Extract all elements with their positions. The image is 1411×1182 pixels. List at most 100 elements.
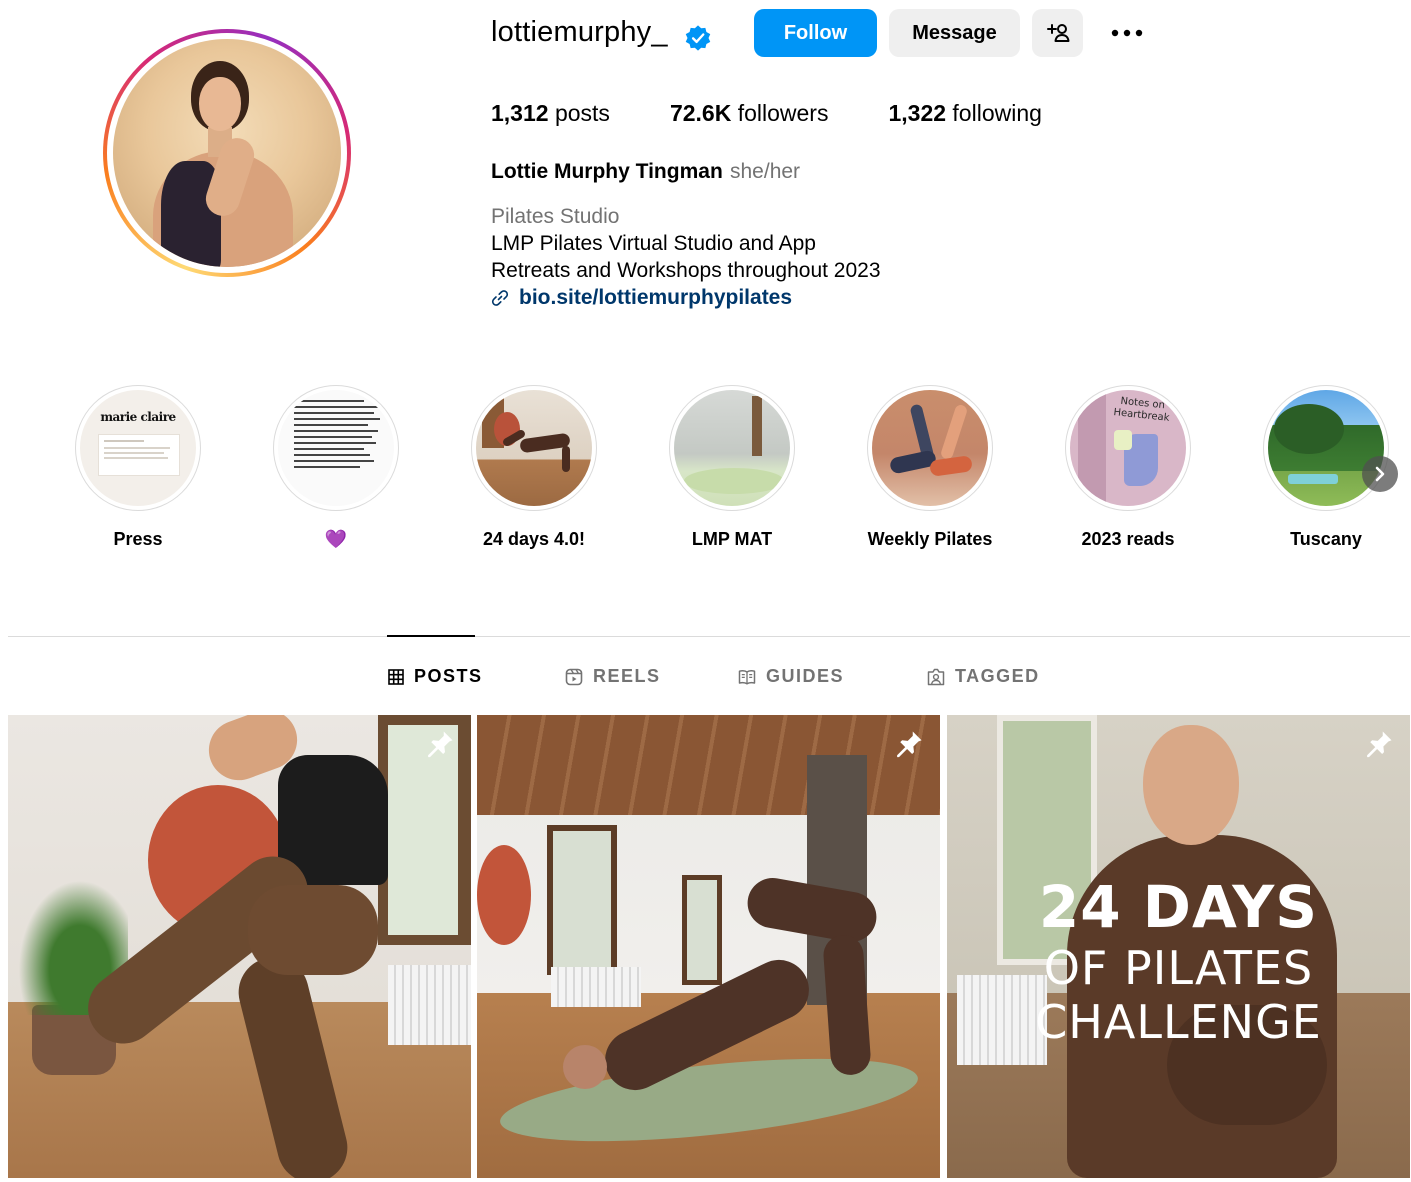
highlight-cover <box>674 390 790 506</box>
highlight-cover: Notes on Heartbreak <box>1070 390 1186 506</box>
profile-stats: 1,312 posts 72.6K followers 1,322 follow… <box>491 100 1102 127</box>
reels-icon <box>565 668 583 685</box>
highlight-label: 2023 reads <box>1081 529 1175 549</box>
link-icon <box>491 290 509 306</box>
press-article-card <box>98 434 180 476</box>
mat-shape <box>684 468 784 494</box>
figure-right-legs <box>939 403 969 461</box>
highlight-24-days[interactable]: 24 days 4.0! <box>471 385 597 550</box>
bio-line-2: Retreats and Workshops throughout 2023 <box>491 259 881 282</box>
highlight-ring <box>867 385 993 511</box>
more-options-button[interactable] <box>1102 9 1152 57</box>
door-frame <box>752 396 762 456</box>
tab-tagged[interactable]: TAGGED <box>927 666 1040 687</box>
highlight-ring <box>471 385 597 511</box>
post-thumbnail[interactable] <box>8 715 471 1178</box>
post-pumpkin-art <box>477 845 531 945</box>
avatar-inner <box>107 33 347 273</box>
highlight-label: 24 days 4.0! <box>482 529 586 549</box>
highlight-ring: marie claire <box>75 385 201 511</box>
highlights-next-button[interactable] <box>1362 456 1398 492</box>
pool <box>1288 474 1338 484</box>
highlight-label: LMP MAT <box>691 529 773 549</box>
posts-count-value: 1,312 <box>491 100 549 126</box>
tab-label: REELS <box>593 666 661 686</box>
bio-link-text: bio.site/lottiemurphypilates <box>519 286 793 309</box>
highlight-cover <box>476 390 592 506</box>
active-tab-indicator <box>387 635 475 637</box>
tab-posts[interactable]: POSTS <box>388 666 483 687</box>
profile-full-name: Lottie Murphy Tingman <box>491 160 723 183</box>
post-figure-hips <box>248 885 378 975</box>
post-ceiling-beams <box>477 715 940 815</box>
tab-label: TAGGED <box>955 666 1040 686</box>
followers-count-value: 72.6K <box>669 100 732 126</box>
press-article-text <box>104 440 144 442</box>
profile-avatar[interactable] <box>103 29 351 277</box>
post-figure-legs-back <box>231 949 355 1178</box>
highlight-label: 💜 <box>324 529 348 549</box>
posts-count-label: posts <box>554 100 610 126</box>
followers-link[interactable]: 72.6K followers <box>670 100 829 127</box>
pin-icon <box>897 731 922 758</box>
highlight-2023-reads[interactable]: Notes on Heartbreak 2023 reads <box>1065 385 1191 550</box>
highlight-cover <box>1268 390 1384 506</box>
pin-icon <box>428 731 453 758</box>
press-article-text <box>104 457 168 459</box>
post-overlay-title: OF PILATES <box>1043 941 1314 995</box>
text-screenshot <box>294 396 380 472</box>
tagged-icon <box>927 668 945 685</box>
post-figure-head <box>563 1045 607 1089</box>
press-logo: marie claire <box>100 410 176 424</box>
post-radiator <box>388 965 471 1045</box>
profile-username: lottiemurphy_ <box>491 16 668 48</box>
press-article-text <box>104 452 164 454</box>
guides-icon <box>738 669 756 685</box>
tab-reels[interactable]: REELS <box>565 666 661 687</box>
avatar-photo <box>113 39 341 267</box>
post-overlay-title: CHALLENGE <box>1035 995 1322 1049</box>
post-window-mid <box>682 875 722 985</box>
tab-guides[interactable]: GUIDES <box>738 666 844 687</box>
suggest-users-button[interactable] <box>1032 9 1083 57</box>
press-article-text <box>104 447 170 449</box>
add-user-icon <box>1046 24 1069 42</box>
highlight-lmp-mat[interactable]: LMP MAT <box>669 385 795 550</box>
post-thumbnail[interactable] <box>477 715 940 1178</box>
highlight-weekly-pilates[interactable]: Weekly Pilates <box>867 385 993 550</box>
highlight-ring <box>1263 385 1389 511</box>
following-label: following <box>952 100 1042 126</box>
posts-count: 1,312 posts <box>491 100 610 127</box>
post-figure-head <box>1143 725 1239 845</box>
highlight-ring <box>669 385 795 511</box>
highlight-cover <box>872 390 988 506</box>
bio-link[interactable]: bio.site/lottiemurphypilates <box>491 286 792 310</box>
highlight-heart[interactable]: 💜 <box>273 385 399 550</box>
chevron-right-icon <box>1375 466 1385 482</box>
pin-icon <box>1367 731 1392 758</box>
verified-badge-icon <box>685 25 711 51</box>
tab-label: POSTS <box>414 666 483 686</box>
book-cover-shape-2 <box>1114 430 1132 450</box>
more-options-icon <box>1111 29 1143 37</box>
post-overlay-title: 24 DAYS <box>1038 873 1319 941</box>
grid-icon <box>388 668 404 685</box>
post-thumbnail[interactable]: 24 DAYS OF PILATES CHALLENGE <box>947 715 1410 1178</box>
following-count-value: 1,322 <box>888 100 947 126</box>
highlight-cover: marie claire <box>80 390 196 506</box>
highlight-ring <box>273 385 399 511</box>
highlight-cover <box>278 390 394 506</box>
followers-label: followers <box>737 100 829 126</box>
follow-button[interactable]: Follow <box>754 9 877 57</box>
highlight-ring: Notes on Heartbreak <box>1065 385 1191 511</box>
following-link[interactable]: 1,322 following <box>888 100 1041 127</box>
tabs-divider <box>8 636 1410 637</box>
highlight-label: Tuscany <box>1290 529 1362 549</box>
message-button[interactable]: Message <box>889 9 1020 57</box>
highlight-press[interactable]: marie claire Press <box>75 385 201 550</box>
book-spine <box>1078 390 1106 506</box>
post-radiator <box>551 967 641 1007</box>
highlight-label: Weekly Pilates <box>867 529 993 549</box>
highlight-label: Press <box>113 529 163 549</box>
avatar-face <box>199 77 241 131</box>
